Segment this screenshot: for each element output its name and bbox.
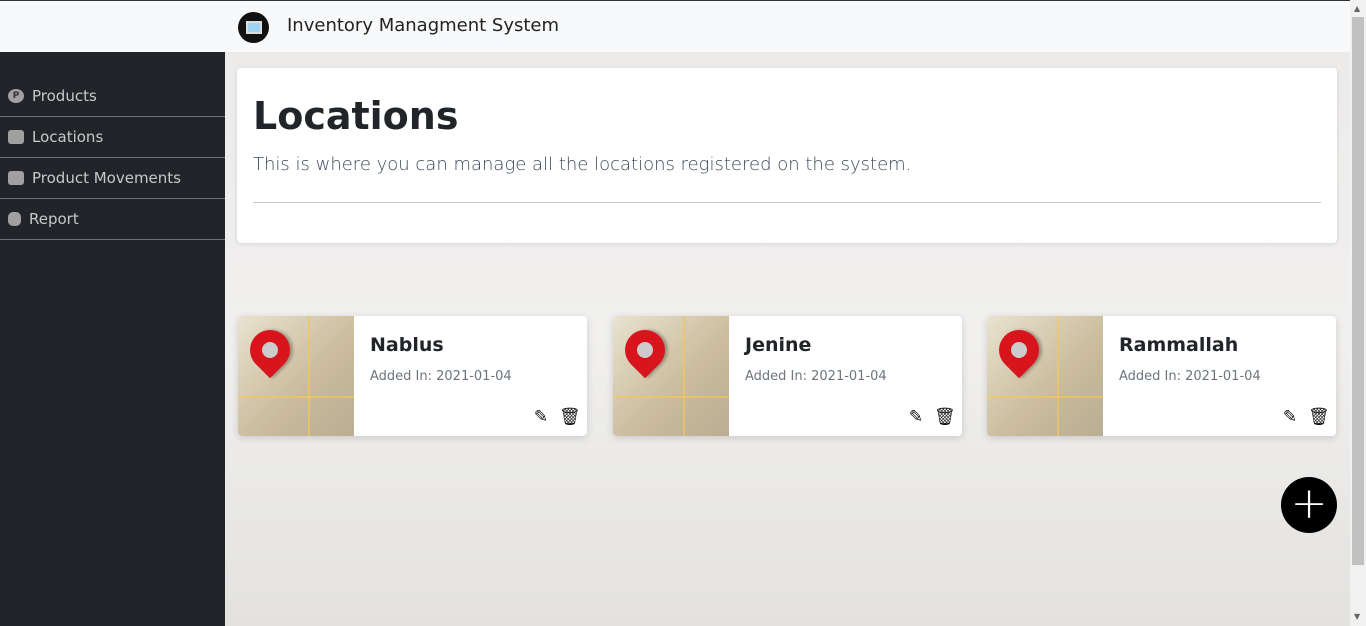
- location-pin-image: [987, 316, 1103, 436]
- sidebar-item-label: Report: [29, 210, 79, 228]
- sidebar: P Products Locations Product Movements Re…: [0, 52, 225, 626]
- location-added-date: Added In: 2021-01-04: [745, 369, 887, 384]
- app-title[interactable]: Inventory Managment System: [287, 15, 559, 36]
- trash-icon[interactable]: 🗑: [934, 408, 956, 426]
- map-pin-icon: [990, 321, 1048, 379]
- scroll-down-icon[interactable]: ▼: [1354, 612, 1360, 621]
- location-name: Rammallah: [1119, 334, 1239, 356]
- page-title: Locations: [253, 94, 459, 138]
- location-added-date: Added In: 2021-01-04: [370, 369, 512, 384]
- sidebar-item-products[interactable]: P Products: [0, 76, 225, 117]
- map-pin-icon: [616, 321, 674, 379]
- database-icon: [8, 212, 21, 226]
- trash-icon[interactable]: 🗑: [559, 408, 581, 426]
- location-pin-image: [613, 316, 729, 436]
- map-icon: [8, 130, 24, 144]
- location-added-date: Added In: 2021-01-04: [1119, 369, 1261, 384]
- sidebar-item-locations[interactable]: Locations: [0, 117, 225, 158]
- page-header-card: Locations This is where you can manage a…: [237, 68, 1337, 243]
- product-p-icon: P: [8, 89, 24, 103]
- sidebar-item-label: Products: [32, 87, 97, 105]
- location-pin-image: [238, 316, 354, 436]
- sidebar-item-label: Product Movements: [32, 169, 181, 187]
- scroll-up-icon[interactable]: ▲: [1354, 4, 1360, 13]
- add-location-button[interactable]: +: [1281, 477, 1337, 533]
- sidebar-item-label: Locations: [32, 128, 104, 146]
- scrollbar-thumb[interactable]: [1352, 17, 1364, 565]
- divider: [253, 202, 1321, 203]
- top-navbar: Inventory Managment System: [0, 0, 1350, 52]
- edit-icon[interactable]: ✎: [1281, 408, 1299, 426]
- sidebar-item-product-movements[interactable]: Product Movements: [0, 158, 225, 199]
- main-content: Locations This is where you can manage a…: [225, 52, 1350, 626]
- boxes-icon: [8, 171, 24, 185]
- map-pin-icon: [241, 321, 299, 379]
- page-subtitle: This is where you can manage all the loc…: [253, 154, 912, 175]
- edit-icon[interactable]: ✎: [532, 408, 550, 426]
- location-card: Nablus Added In: 2021-01-04 ✎ 🗑: [238, 316, 587, 436]
- sidebar-item-report[interactable]: Report: [0, 199, 225, 240]
- location-name: Nablus: [370, 334, 444, 356]
- location-card: Rammallah Added In: 2021-01-04 ✎ 🗑: [987, 316, 1336, 436]
- location-name: Jenine: [745, 334, 812, 356]
- app-logo-icon: [238, 12, 269, 43]
- scrollbar[interactable]: ▲ ▼: [1350, 0, 1366, 626]
- location-card: Jenine Added In: 2021-01-04 ✎ 🗑: [613, 316, 962, 436]
- edit-icon[interactable]: ✎: [907, 408, 925, 426]
- trash-icon[interactable]: 🗑: [1308, 408, 1330, 426]
